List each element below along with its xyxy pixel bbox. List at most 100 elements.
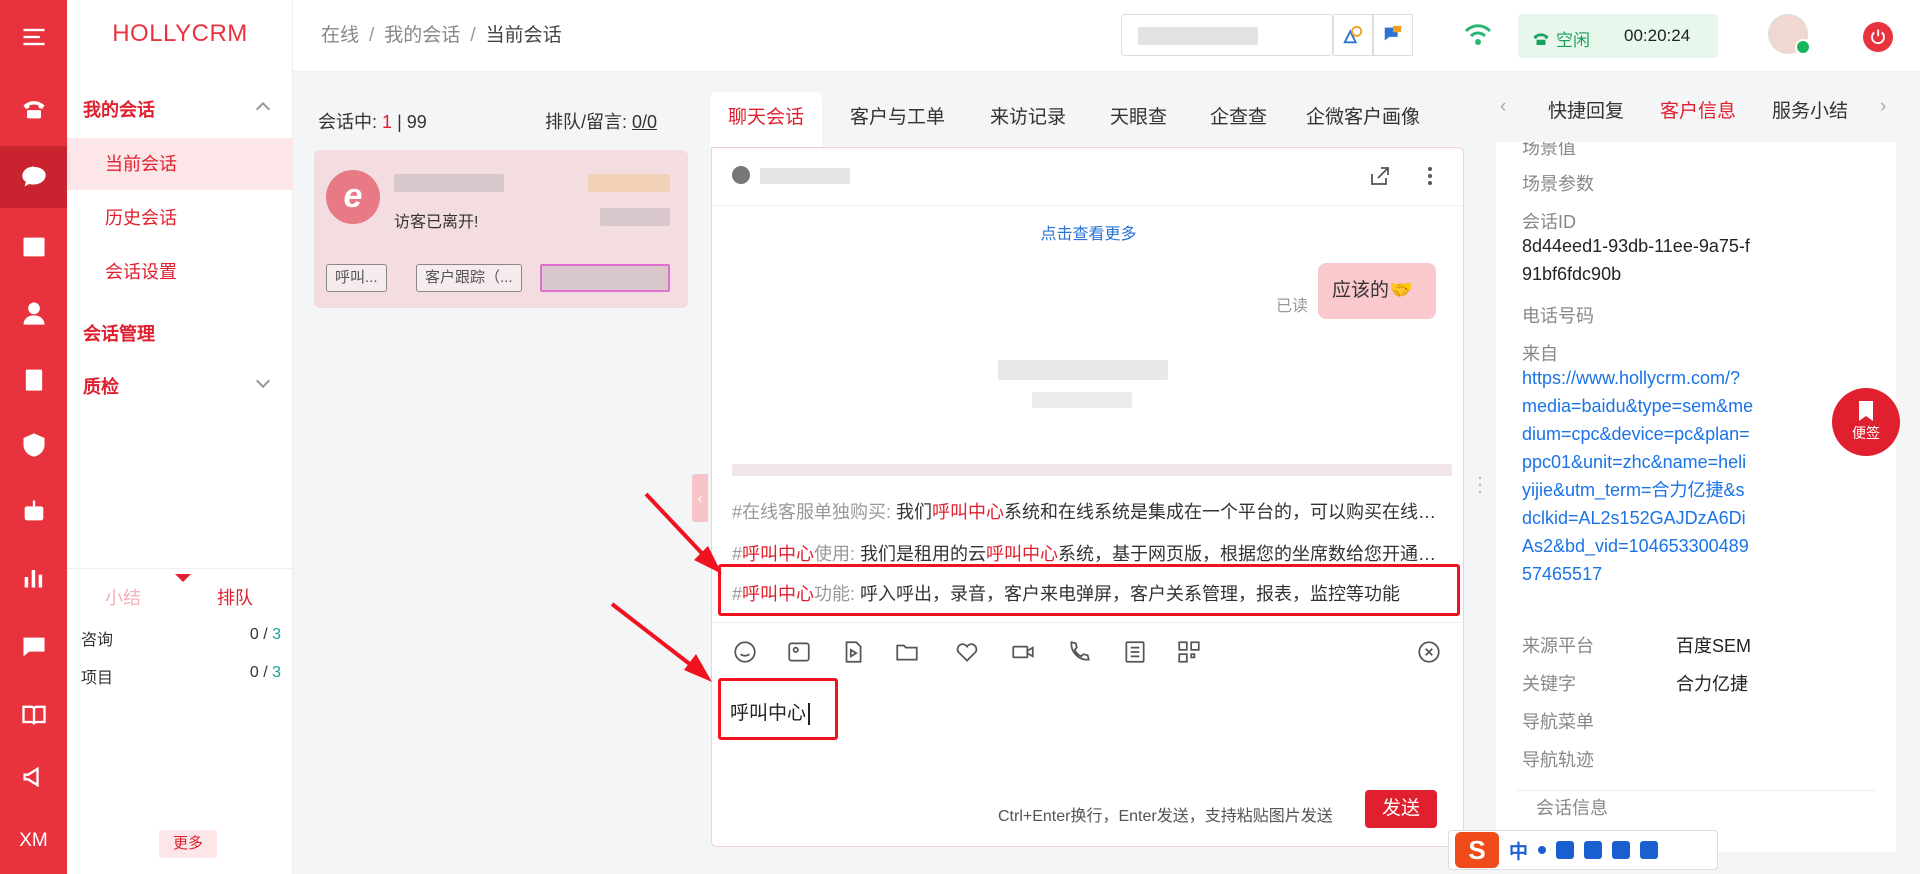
send-button[interactable]: 发送 — [1365, 790, 1437, 828]
nav-group-manage[interactable]: 会话管理 — [83, 320, 155, 346]
notes-icon[interactable] — [1122, 639, 1148, 665]
queue-row-label: 项目 — [81, 670, 114, 687]
phone-icon[interactable] — [0, 78, 67, 140]
quick-reply-text: 系统和在线系统是集成在一个平台的，可以购买在线系统 — [1004, 502, 1452, 522]
annotation-arrow — [610, 602, 712, 682]
phone-call-icon[interactable] — [1066, 639, 1092, 665]
breadcrumb-item[interactable]: 在线 — [321, 25, 359, 46]
status-timer: 00:20:24 — [1624, 26, 1691, 45]
tab-quick-reply[interactable]: 快捷回复 — [1548, 96, 1624, 123]
close-circle-icon[interactable] — [1416, 639, 1442, 665]
quick-reply-key: 使用: — [814, 544, 856, 564]
quick-reply-text: 系统，基于网页版，根据您的坐席数给您开通账号 — [1058, 544, 1452, 564]
queue-value[interactable]: 0/0 — [632, 112, 657, 132]
xm-item[interactable]: XM — [0, 810, 67, 872]
clipboard-icon[interactable] — [0, 348, 67, 410]
nav-group-my-sessions[interactable]: 我的会话 — [83, 96, 155, 122]
punctuation-icon[interactable] — [1538, 846, 1547, 854]
power-button[interactable] — [1863, 22, 1893, 52]
icon-rail: XM — [0, 0, 67, 874]
session-tag[interactable]: 客户跟踪（... — [416, 264, 522, 292]
transfer-button[interactable] — [1333, 14, 1373, 56]
heart-icon[interactable] — [954, 639, 980, 665]
chevron-down-icon[interactable] — [255, 373, 271, 389]
collapse-left-button[interactable]: ‹ — [692, 474, 708, 522]
tab-wecom-profile[interactable]: 企微客户画像 — [1306, 92, 1420, 148]
more-vertical-icon[interactable] — [1424, 164, 1436, 188]
breadcrumb-current: 当前会话 — [485, 25, 562, 46]
avatar[interactable] — [1768, 14, 1811, 55]
tab-customer-ticket[interactable]: 客户与工单 — [850, 92, 945, 148]
message-icon[interactable] — [0, 616, 67, 678]
quick-reply-item[interactable]: #呼叫中心使用: 我们是租用的云呼叫中心系统，基于网页版，根据您的坐席数给您开通… — [732, 540, 1452, 566]
queue-row-done: 0 / — [249, 626, 273, 643]
in-session-value: 1 — [382, 112, 393, 132]
nav-item-settings[interactable]: 会话设置 — [67, 246, 293, 298]
queue-row: 项目 0 / 3 — [81, 664, 281, 688]
field-label: 导航菜单 — [1522, 712, 1594, 732]
load-more-link[interactable]: 点击查看更多 — [712, 220, 1465, 244]
toolbox-icon[interactable] — [1640, 841, 1659, 859]
section-label: 会话信息 — [1536, 798, 1608, 818]
more-button[interactable]: 更多 — [159, 830, 217, 858]
emoji-icon[interactable] — [732, 639, 758, 665]
clock-icon — [732, 166, 750, 184]
tab-summary[interactable]: 小结 — [105, 584, 141, 610]
redacted-text — [1032, 392, 1132, 408]
nav-item-history[interactable]: 历史会话 — [67, 192, 293, 244]
shield-icon[interactable] — [0, 414, 67, 476]
session-tag[interactable]: 呼叫... — [326, 264, 387, 292]
field-label: 场景值 — [1522, 142, 1576, 158]
tab-qichacha[interactable]: 企查查 — [1210, 92, 1267, 148]
grid-icon[interactable] — [0, 216, 67, 278]
field-label: 场景参数 — [1522, 174, 1594, 194]
qrcode-icon[interactable] — [1176, 639, 1202, 665]
image-icon[interactable] — [786, 639, 812, 665]
redacted-tag[interactable] — [540, 264, 670, 292]
nav-item-current-session[interactable]: 当前会话 — [67, 138, 293, 190]
ime-mode[interactable]: 中 — [1509, 837, 1528, 864]
tab-queue[interactable]: 排队 — [217, 584, 253, 610]
chevron-left-icon[interactable]: ‹ — [1500, 96, 1506, 118]
tab-service-summary[interactable]: 服务小结 — [1772, 96, 1848, 123]
source-url-link[interactable]: https://www.hollycrm.com/?media=baidu&ty… — [1522, 364, 1754, 588]
chevron-up-icon[interactable] — [255, 101, 271, 117]
megaphone-icon[interactable] — [0, 746, 67, 808]
book-icon[interactable] — [0, 684, 67, 746]
chevron-right-icon[interactable]: › — [1880, 96, 1886, 118]
secondary-nav: HOLLYCRM 我的会话 当前会话 历史会话 会话设置 会话管理 质检 小结 … — [67, 0, 293, 874]
video-file-icon[interactable] — [840, 639, 866, 665]
agent-status[interactable]: 空闲 00:20:24 — [1518, 14, 1718, 58]
robot-icon[interactable] — [0, 480, 67, 542]
video-call-icon[interactable] — [1010, 639, 1036, 665]
bookmark-button[interactable]: 便签 — [1832, 388, 1900, 456]
keyboard-icon[interactable] — [1584, 841, 1603, 859]
brand-logo: HOLLYCRM — [112, 20, 248, 47]
chat-icon[interactable] — [0, 146, 67, 208]
quick-reply-item[interactable]: #在线客服单独购买: 我们呼叫中心系统和在线系统是集成在一个平台的，可以购买在线… — [732, 498, 1452, 524]
microphone-icon[interactable] — [1556, 841, 1575, 859]
user-icon[interactable] — [0, 282, 67, 344]
quick-reply-partial — [732, 464, 1452, 476]
agent-input[interactable] — [1121, 14, 1333, 56]
breadcrumb-item[interactable]: 我的会话 — [384, 25, 460, 46]
in-session-max: | 99 — [397, 112, 427, 132]
tab-visit-record[interactable]: 来访记录 — [990, 92, 1066, 148]
chat-panel: 点击查看更多 已读 应该的🤝 #在线客服单独购买: 我们呼叫中心系统和在线系统是… — [711, 147, 1465, 847]
session-card[interactable]: e 访客已离开! 呼叫... 客户跟踪（... — [314, 150, 688, 308]
tab-chat[interactable]: 聊天会话 — [710, 92, 823, 148]
folder-icon[interactable] — [894, 639, 920, 665]
redacted-text — [394, 174, 504, 192]
chat-notice-button[interactable] — [1373, 14, 1413, 56]
skin-icon[interactable] — [1612, 841, 1631, 859]
menu-icon[interactable] — [0, 6, 67, 68]
keyword-value: 合力亿捷 — [1676, 674, 1748, 694]
message-input[interactable]: 呼叫中心 — [730, 678, 1450, 788]
ime-toolbar[interactable]: S 中 — [1448, 830, 1718, 870]
composer-toolbar — [712, 622, 1465, 678]
tab-customer-info[interactable]: 客户信息 — [1660, 96, 1736, 123]
chart-icon[interactable] — [0, 546, 67, 608]
nav-group-qc[interactable]: 质检 — [83, 373, 119, 399]
tab-tianyancha[interactable]: 天眼查 — [1110, 92, 1167, 148]
share-icon[interactable] — [1368, 164, 1392, 188]
